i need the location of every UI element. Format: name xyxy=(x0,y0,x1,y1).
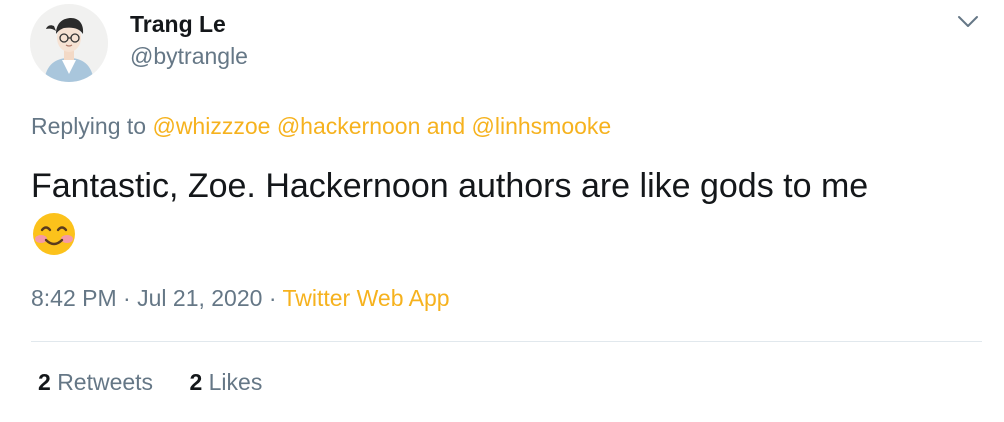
author-avatar[interactable] xyxy=(30,4,108,82)
meta-separator: · xyxy=(268,285,277,311)
likes-label: Likes xyxy=(208,369,263,395)
likes-count: 2 xyxy=(189,369,203,395)
retweets-label: Retweets xyxy=(57,369,154,395)
author-handle[interactable]: @bytrangle xyxy=(130,43,248,70)
replying-to: Replying to @whizzzoe @hackernoon and @l… xyxy=(31,113,611,140)
tweet-stats: 2 Retweets 2 Likes xyxy=(38,369,262,396)
replying-conjunction: and xyxy=(426,113,466,139)
smiling-face-emoji-icon xyxy=(31,211,77,257)
tweet-date[interactable]: Jul 21, 2020 xyxy=(137,285,262,311)
chevron-down-icon xyxy=(958,16,978,27)
retweets-count: 2 xyxy=(38,369,51,395)
mention-link[interactable]: @linhsmooke xyxy=(472,113,612,139)
more-options-button[interactable] xyxy=(954,10,982,34)
tweet-text: Fantastic, Zoe. Hackernoon authors are l… xyxy=(31,163,971,257)
tweet-body: Fantastic, Zoe. Hackernoon authors are l… xyxy=(31,167,869,205)
tweet-meta: 8:42 PM · Jul 21, 2020 · Twitter Web App xyxy=(31,285,450,312)
likes-stat[interactable]: 2 Likes xyxy=(189,369,262,396)
tweet-card: Trang Le @bytrangle Replying to @whizzzo… xyxy=(0,0,1004,422)
divider xyxy=(31,341,982,342)
tweet-time[interactable]: 8:42 PM xyxy=(31,285,117,311)
retweets-stat[interactable]: 2 Retweets xyxy=(38,369,153,396)
avatar-illustration-icon xyxy=(30,4,108,82)
meta-separator: · xyxy=(123,285,131,311)
replying-prefix: Replying to xyxy=(31,113,147,139)
mention-link[interactable]: @hackernoon xyxy=(277,113,421,139)
author-name[interactable]: Trang Le xyxy=(130,11,226,38)
mention-link[interactable]: @whizzzoe xyxy=(152,113,270,139)
tweet-source-link[interactable]: Twitter Web App xyxy=(282,285,449,311)
